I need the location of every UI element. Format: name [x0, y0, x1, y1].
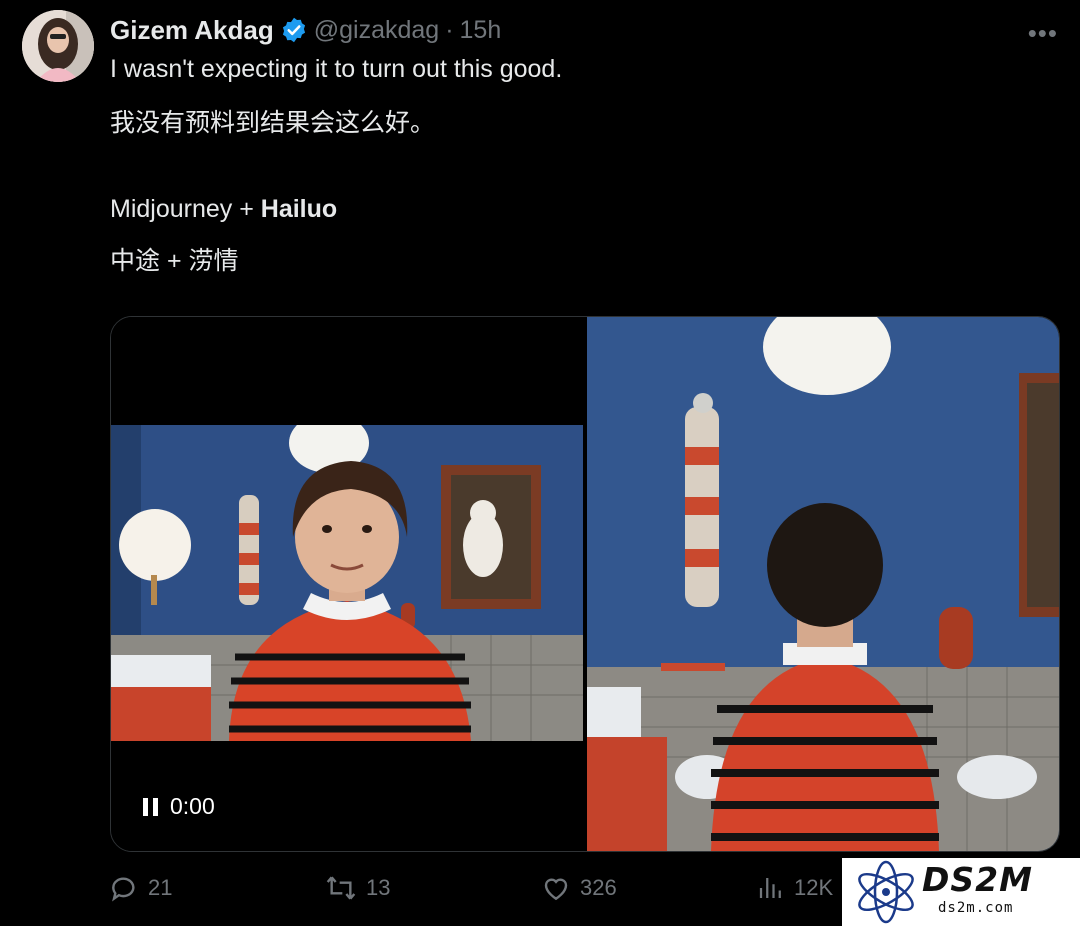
like-button[interactable]: 326: [540, 872, 617, 904]
watermark-subtitle: ds2m.com: [938, 900, 1014, 916]
avatar[interactable]: [22, 10, 94, 82]
reply-button[interactable]: 21: [108, 872, 172, 904]
views-count: 12K: [794, 875, 834, 900]
like-count: 326: [580, 875, 617, 900]
watermark-title: DS2M: [922, 860, 1033, 899]
tools-bold: Hailuo: [260, 195, 338, 223]
pause-icon[interactable]: [143, 797, 158, 817]
video-controls: 0:00: [143, 793, 215, 820]
atom-logo-icon: [858, 860, 914, 924]
post-text-line-2: 我没有预料到结果会这么好。: [110, 109, 436, 137]
repost-count: 13: [366, 875, 391, 900]
video-player[interactable]: 0:00: [111, 317, 583, 851]
separator-dot: ·: [445, 15, 454, 44]
reply-count: 21: [148, 875, 173, 900]
video-timestamp: 0:00: [170, 793, 215, 819]
post-text-line-1: I wasn't expecting it to turn out this g…: [110, 55, 563, 83]
video-thumbnail-boy-smiling: [111, 425, 583, 741]
post-header: Gizem Akdag @gizakdag · 15h: [110, 12, 501, 48]
views-button[interactable]: 12K: [756, 872, 833, 904]
tools-prefix: Midjourney +: [110, 195, 261, 223]
author-name[interactable]: Gizem Akdag: [110, 15, 274, 46]
repost-icon: [326, 876, 356, 900]
author-handle[interactable]: @gizakdag: [314, 16, 439, 45]
video-frame: [111, 425, 583, 741]
post-timestamp[interactable]: 15h: [460, 16, 502, 45]
post-tools-cn-line: 中途 + 涝情: [110, 247, 239, 275]
site-watermark: DS2M ds2m.com: [842, 858, 1080, 926]
image-thumbnail: [587, 317, 1059, 851]
more-options-icon[interactable]: •••: [1028, 18, 1058, 49]
avatar-image: [22, 10, 94, 82]
post-actions: 21 13 326 12K: [108, 872, 868, 912]
bar-chart-icon: [759, 878, 781, 898]
repost-button[interactable]: 13: [324, 872, 390, 904]
media-container[interactable]: 0:00: [110, 316, 1060, 852]
image-boy-from-behind[interactable]: [587, 317, 1059, 851]
post-tools-line: Midjourney + Hailuo: [110, 192, 337, 226]
verified-badge-icon: [282, 17, 305, 43]
heart-icon: [544, 878, 568, 901]
reply-icon: [112, 877, 135, 902]
